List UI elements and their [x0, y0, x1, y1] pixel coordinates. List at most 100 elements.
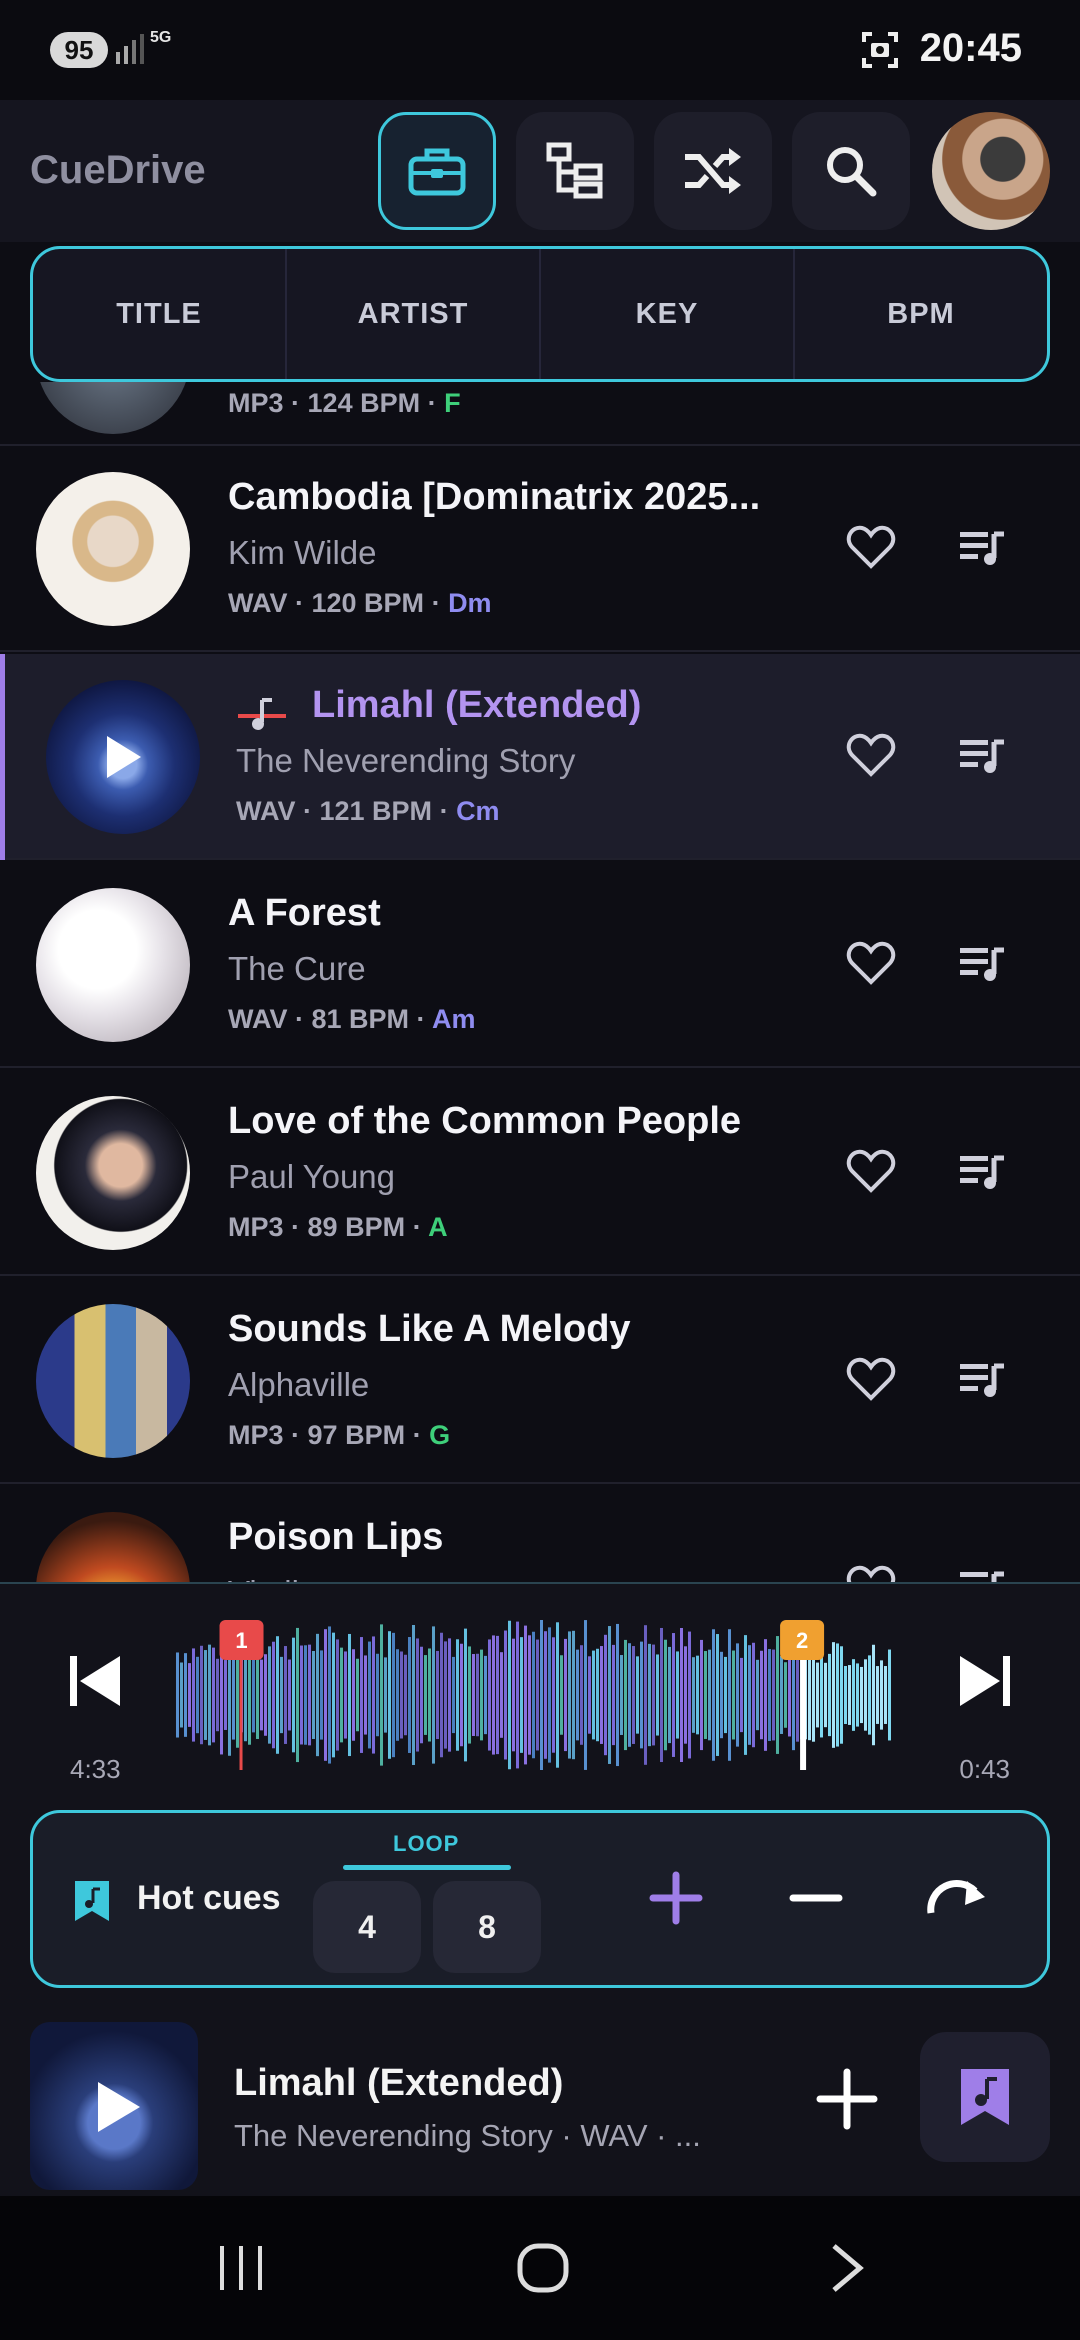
waveform-bar [640, 1641, 643, 1749]
waveform-bar [372, 1636, 375, 1754]
now-playing-icon [238, 698, 286, 730]
sort-tabs: TITLE ARTIST KEY BPM [30, 246, 1050, 382]
heart-icon[interactable] [846, 940, 896, 986]
back-icon[interactable] [826, 2240, 866, 2296]
toolbox-button[interactable] [378, 112, 496, 230]
tab-artist[interactable]: ARTIST [287, 249, 541, 379]
waveform-bar [836, 1643, 839, 1747]
waveform-bar [848, 1665, 851, 1725]
track-row-playing[interactable]: Limahl (Extended) The Neverending Story … [0, 654, 1080, 860]
bookmark-button[interactable] [920, 2032, 1050, 2162]
waveform-bar [808, 1649, 811, 1741]
screen-record-icon [862, 32, 898, 68]
loop-4-button[interactable]: 4 [313, 1881, 421, 1973]
waveform-bar [612, 1644, 615, 1746]
track-meta: MP3 · 89 BPM · A [228, 1212, 448, 1242]
waveform-bar [760, 1650, 763, 1740]
waveform-bar [664, 1639, 667, 1751]
recents-icon[interactable] [216, 2240, 266, 2296]
heart-icon[interactable] [846, 1564, 896, 1582]
waveform-bar [176, 1652, 179, 1738]
add-to-queue-icon[interactable] [960, 528, 1006, 568]
waveform-bar [304, 1645, 307, 1745]
waveform-bar [192, 1648, 195, 1742]
play-icon[interactable] [94, 2080, 142, 2134]
waveform-bar [464, 1628, 467, 1762]
waveform-bar [500, 1652, 503, 1738]
track-artist: The Cure [228, 950, 366, 987]
add-to-queue-icon[interactable] [960, 736, 1006, 776]
track-format: MP3 [228, 1420, 284, 1450]
add-to-queue-icon[interactable] [960, 1360, 1006, 1400]
remove-cue-icon[interactable] [789, 1871, 843, 1925]
heart-icon[interactable] [846, 1148, 896, 1194]
track-row[interactable]: Love of the Common People Paul Young MP3… [0, 1070, 1080, 1276]
waveform-bar [460, 1643, 463, 1747]
track-row[interactable]: Poison Lips Vitalic [0, 1486, 1080, 1582]
clock: 20:45 [919, 26, 1022, 70]
tab-bpm[interactable]: BPM [795, 249, 1047, 379]
next-track-icon[interactable] [956, 1654, 1012, 1708]
track-row[interactable]: Cambodia [Dominatrix 2025... Kim Wilde W… [0, 446, 1080, 652]
add-to-queue-icon[interactable] [960, 944, 1006, 984]
waveform-bar [568, 1631, 571, 1759]
waveform-bar [652, 1644, 655, 1746]
tab-title[interactable]: TITLE [33, 249, 287, 379]
track-row[interactable]: MP3 · 124 BPM · F [0, 382, 1080, 446]
heart-icon[interactable] [846, 524, 896, 570]
heart-icon[interactable] [846, 732, 896, 778]
search-button[interactable] [792, 112, 910, 230]
waveform-bar [852, 1659, 855, 1731]
now-playing-bar[interactable]: Limahl (Extended) The Neverending Story … [0, 2014, 1080, 2200]
waveform-bar [376, 1653, 379, 1737]
waveform-bar [628, 1643, 631, 1747]
toolbox-icon [408, 148, 466, 196]
album-art [36, 472, 190, 626]
add-cue-icon[interactable] [649, 1871, 703, 1925]
track-meta: WAV · 121 BPM · Cm [236, 796, 500, 826]
redo-icon[interactable] [923, 1867, 989, 1923]
user-avatar[interactable] [932, 112, 1050, 230]
previous-track-icon[interactable] [68, 1654, 124, 1708]
waveform-bar [352, 1649, 355, 1741]
system-nav-bar [0, 2196, 1080, 2340]
loop-8-button[interactable]: 8 [433, 1881, 541, 1973]
track-row[interactable]: A Forest The Cure WAV · 81 BPM · Am [0, 862, 1080, 1068]
waveform-bar [756, 1659, 759, 1731]
bookmark-music-icon [961, 2069, 1009, 2125]
waveform-bar [884, 1666, 887, 1724]
track-format: MP3 [228, 388, 284, 418]
waveform-bar [624, 1639, 627, 1751]
waveform-bar [340, 1647, 343, 1743]
track-row[interactable]: Sounds Like A Melody Alphaville MP3 · 97… [0, 1278, 1080, 1484]
waveform[interactable]: 12 [176, 1620, 904, 1770]
app-screen: { "status_bar": { "battery": "95", "netw… [0, 0, 1080, 2340]
waveform-bar [672, 1633, 675, 1757]
waveform-bar [444, 1641, 447, 1749]
shuffle-button[interactable] [654, 112, 772, 230]
play-icon [107, 736, 141, 778]
waveform-bar [204, 1650, 207, 1740]
waveform-bar [596, 1648, 599, 1742]
waveform-bar [516, 1621, 519, 1769]
waveform-bar [336, 1639, 339, 1751]
tree-view-button[interactable] [516, 112, 634, 230]
shuffle-icon [685, 148, 741, 194]
waveform-bar [888, 1649, 891, 1741]
track-meta: MP3 · 124 BPM · F [228, 388, 461, 418]
add-icon[interactable] [812, 2064, 882, 2134]
tab-key[interactable]: KEY [541, 249, 795, 379]
waveform-bar [796, 1648, 799, 1742]
waveform-bar [816, 1662, 819, 1728]
waveform-bar [584, 1620, 587, 1770]
heart-icon[interactable] [846, 1356, 896, 1402]
waveform-bar [408, 1637, 411, 1753]
waveform-bar [604, 1634, 607, 1756]
home-icon[interactable] [516, 2240, 570, 2296]
add-to-queue-icon[interactable] [960, 1568, 1006, 1582]
add-to-queue-icon[interactable] [960, 1152, 1006, 1192]
waveform-bar [456, 1639, 459, 1751]
track-title: A Forest [228, 892, 381, 934]
waveform-bar [548, 1627, 551, 1763]
waveform-bar [772, 1649, 775, 1741]
